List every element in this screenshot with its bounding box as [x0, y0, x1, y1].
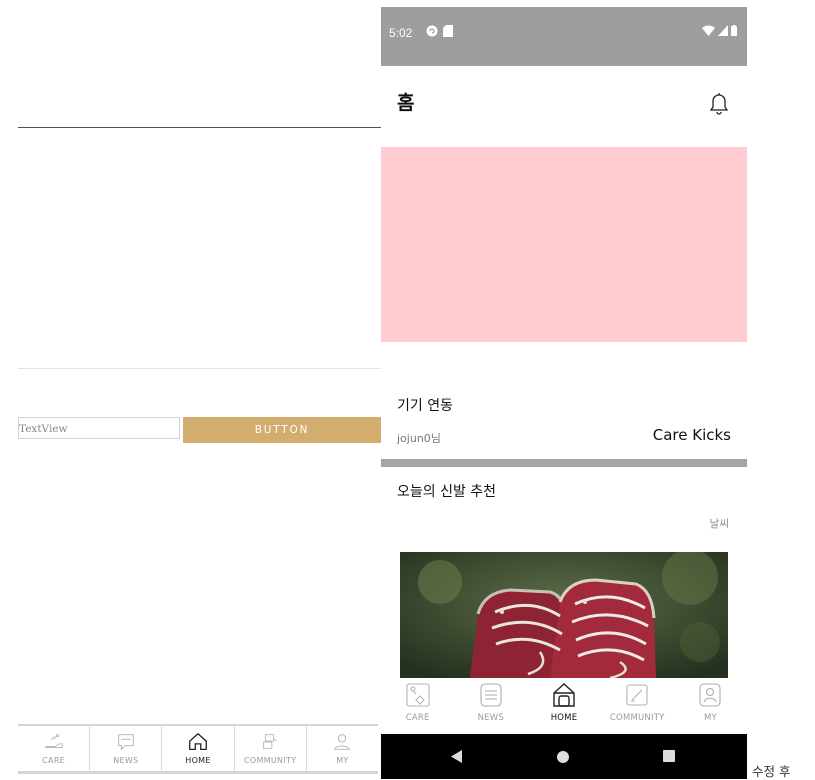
home-circle-icon[interactable] — [557, 751, 569, 763]
care-icon — [44, 734, 63, 748]
signal-icon — [718, 25, 728, 36]
home-icon — [553, 683, 575, 707]
tab-label: NEWS — [477, 713, 504, 723]
editor-nav-label: NEWS — [113, 756, 139, 765]
shoe-section-title: 오늘의 신발 추천 — [397, 484, 497, 500]
editor-nav-my[interactable]: MY — [307, 726, 378, 771]
tab-label: CARE — [405, 713, 430, 723]
home-icon — [189, 732, 207, 750]
recents-icon[interactable] — [663, 750, 675, 762]
editor-textview[interactable]: TextView — [18, 417, 180, 439]
weather-label: 날씨 — [709, 518, 729, 530]
editor-nav-label: MY — [336, 756, 349, 765]
status-time: 5:02 — [389, 26, 413, 40]
my-icon — [699, 683, 721, 707]
tab-care[interactable]: CARE — [381, 678, 454, 723]
editor-nav-news[interactable]: NEWS — [90, 726, 163, 771]
editor-nav-label: CARE — [42, 756, 66, 765]
tab-community[interactable]: COMMUNITY — [601, 678, 674, 723]
editor-bottom-nav: CARE NEWS HOME COMMUNITY MY — [18, 724, 378, 774]
back-icon[interactable] — [451, 750, 462, 763]
caption-label: 수정 후 — [752, 764, 791, 779]
editor-input-row: TextView BUTTON — [18, 413, 381, 443]
news-icon — [480, 683, 502, 707]
device-name[interactable]: Care Kicks — [653, 426, 731, 444]
sneakers-photo[interactable] — [400, 552, 728, 678]
system-nav-bar — [381, 734, 747, 779]
bottom-tab-bar: CARE NEWS HOME COMMUNITY MY — [381, 678, 747, 734]
page-title: 홈 — [397, 92, 415, 114]
editor-nav-label: HOME — [185, 756, 211, 765]
news-icon — [118, 734, 134, 751]
battery-icon — [731, 25, 737, 36]
bell-icon[interactable] — [707, 90, 731, 116]
sync-icon — [426, 25, 438, 37]
wifi-icon — [702, 25, 715, 36]
editor-button[interactable]: BUTTON — [183, 417, 381, 443]
section-divider — [381, 459, 747, 467]
community-icon — [263, 734, 277, 749]
tab-label: MY — [703, 713, 717, 723]
layout-editor-preview: TextView BUTTON CARE NEWS HOME COMMUNITY… — [0, 0, 381, 780]
phone-screen: 5:02 홈 기기 연동 jojun0님 Care Kicks 오늘의 신발 추… — [381, 7, 747, 779]
my-icon — [334, 734, 351, 750]
sd-card-icon — [443, 25, 453, 37]
editor-divider-light — [18, 368, 381, 369]
device-user-name: jojun0님 — [397, 432, 441, 445]
status-bar: 5:02 — [381, 7, 747, 66]
app-bar: 홈 — [381, 66, 747, 126]
tab-label: HOME — [550, 713, 578, 723]
tab-my[interactable]: MY — [674, 678, 747, 723]
tab-news[interactable]: NEWS — [454, 678, 527, 723]
editor-nav-community[interactable]: COMMUNITY — [235, 726, 307, 771]
banner-placeholder[interactable] — [381, 147, 747, 342]
tab-home[interactable]: HOME — [527, 678, 600, 723]
tab-label: COMMUNITY — [609, 713, 665, 723]
editor-nav-home[interactable]: HOME — [162, 726, 235, 771]
editor-nav-label: COMMUNITY — [244, 756, 297, 765]
care-icon — [406, 683, 430, 707]
community-icon — [626, 684, 648, 706]
editor-divider-dark — [18, 127, 381, 128]
editor-nav-care[interactable]: CARE — [18, 726, 91, 771]
device-section-title: 기기 연동 — [397, 398, 453, 414]
